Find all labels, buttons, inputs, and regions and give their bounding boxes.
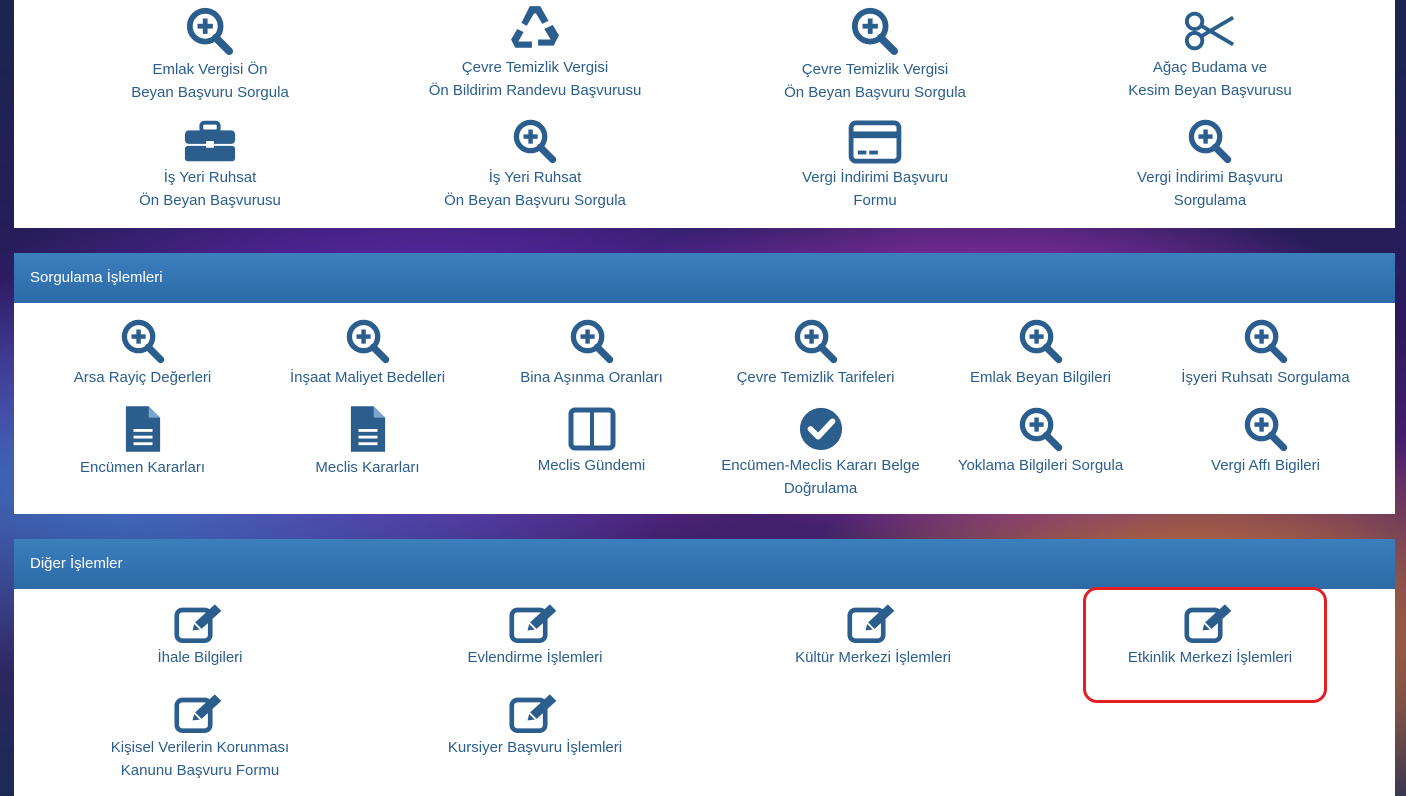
- tile-vergi-indirimi-formu[interactable]: Vergi İndirimi Başvuru Formu: [755, 120, 995, 212]
- scissors-icon: [1183, 8, 1237, 54]
- tile-label: Kişisel Verilerin Korunması: [110, 739, 290, 756]
- tile-meclis-kararlari[interactable]: Meclis Kararları: [260, 404, 475, 479]
- tile-kursiyer-basvuru[interactable]: Kursiyer Başvuru İşlemleri: [420, 692, 650, 759]
- columns-icon: [568, 406, 616, 452]
- tile-label: Ön Beyan Başvuru Sorgula: [784, 84, 966, 101]
- search-plus-icon: [1017, 318, 1065, 364]
- search-plus-icon: [510, 118, 560, 164]
- tile-label: İhale Bilgileri: [157, 649, 243, 666]
- tile-emlak-vergisi-sorgula[interactable]: Emlak Vergisi Ön Beyan Başvuru Sorgula: [100, 6, 320, 104]
- document-icon: [349, 404, 387, 454]
- tile-label: Emlak Vergisi Ön: [152, 61, 268, 78]
- tile-label: Vergi Affı Bigileri: [1211, 457, 1320, 474]
- tile-cevre-temizlik-randevu[interactable]: Çevre Temizlik Vergisi Ön Bildirim Rande…: [405, 2, 665, 102]
- tile-label: Evlendirme İşlemleri: [467, 649, 603, 666]
- tile-label: Çevre Temizlik Vergisi: [801, 61, 949, 78]
- tile-label: Beyan Başvuru Sorgula: [131, 84, 289, 101]
- briefcase-icon: [183, 120, 237, 164]
- tile-label: Kanunu Başvuru Formu: [120, 762, 280, 779]
- tile-label: İş Yeri Ruhsat: [488, 169, 582, 186]
- tile-belge-dogrulama[interactable]: Encümen-Meclis Kararı Belge Doğrulama: [708, 406, 933, 500]
- tile-label: Formu: [853, 192, 897, 209]
- recycle-icon: [509, 2, 561, 54]
- tile-label: Doğrulama: [783, 480, 858, 497]
- tile-insaat-maliyet[interactable]: İnşaat Maliyet Bedelleri: [260, 318, 475, 389]
- tile-label: Kursiyer Başvuru İşlemleri: [447, 739, 623, 756]
- tile-label: Meclis Gündemi: [537, 457, 646, 474]
- search-plus-icon: [185, 6, 235, 56]
- section-title: Sorgulama İşlemleri: [30, 269, 163, 286]
- edit-icon: [847, 602, 899, 644]
- tile-label: Ön Beyan Başvurusu: [139, 192, 281, 209]
- section-header-diger: Diğer İşlemler: [14, 539, 1395, 589]
- tile-emlak-beyan[interactable]: Emlak Beyan Bilgileri: [933, 318, 1148, 389]
- credit-card-icon: [848, 120, 902, 164]
- search-plus-icon: [344, 318, 392, 364]
- search-plus-icon: [1185, 118, 1235, 164]
- tile-label: Çevre Temizlik Tarifeleri: [736, 369, 895, 386]
- section-title: Diğer İşlemler: [30, 555, 123, 572]
- tile-label: Kesim Beyan Başvurusu: [1128, 82, 1292, 99]
- tile-label: Sorgulama: [1173, 192, 1247, 209]
- tile-label: Encümen-Meclis Kararı Belge: [721, 457, 920, 474]
- check-circle-icon: [798, 406, 844, 452]
- tile-ihale-bilgileri[interactable]: İhale Bilgileri: [90, 602, 310, 669]
- tile-isyeri-ruhsati-sorgulama[interactable]: İşyeri Ruhsatı Sorgulama: [1158, 318, 1373, 389]
- tile-yoklama-bilgileri[interactable]: Yoklama Bilgileri Sorgula: [933, 406, 1148, 477]
- search-plus-icon: [850, 6, 900, 56]
- tile-bina-asinma[interactable]: Bina Aşınma Oranları: [484, 318, 699, 389]
- tile-is-yeri-ruhsat-basvuru[interactable]: İş Yeri Ruhsat Ön Beyan Başvurusu: [100, 120, 320, 212]
- tile-kultur-merkezi[interactable]: Kültür Merkezi İşlemleri: [763, 602, 983, 669]
- search-plus-icon: [792, 318, 840, 364]
- tile-vergi-affi[interactable]: Vergi Affı Bigileri: [1158, 406, 1373, 477]
- tile-label: Ön Bildirim Randevu Başvurusu: [428, 82, 642, 99]
- section-header-sorgulama: Sorgulama İşlemleri: [14, 253, 1395, 303]
- tile-label: Ağaç Budama ve: [1152, 59, 1268, 76]
- edit-icon: [509, 692, 561, 734]
- tile-label: İş Yeri Ruhsat: [163, 169, 257, 186]
- tile-label: Bina Aşınma Oranları: [520, 369, 663, 386]
- tile-meclis-gundemi[interactable]: Meclis Gündemi: [484, 406, 699, 477]
- highlight-annotation: [1083, 587, 1327, 703]
- edit-icon: [509, 602, 561, 644]
- tile-label: İnşaat Maliyet Bedelleri: [289, 369, 446, 386]
- tile-kvkk-basvuru[interactable]: Kişisel Verilerin Korunması Kanunu Başvu…: [75, 692, 325, 782]
- search-plus-icon: [1017, 406, 1065, 452]
- tile-label: Kültür Merkezi İşlemleri: [795, 649, 951, 666]
- search-plus-icon: [1242, 318, 1290, 364]
- edit-icon: [174, 602, 226, 644]
- tile-label: Vergi İndirimi Başvuru: [1137, 169, 1283, 186]
- search-plus-icon: [119, 318, 167, 364]
- edit-icon: [174, 692, 226, 734]
- tile-label: Meclis Kararları: [315, 459, 420, 476]
- tile-cevre-temizlik-tarifeleri[interactable]: Çevre Temizlik Tarifeleri: [708, 318, 923, 389]
- tile-label: Encümen Kararları: [79, 459, 206, 476]
- tile-label: Vergi İndirimi Başvuru: [802, 169, 948, 186]
- tile-evlendirme[interactable]: Evlendirme İşlemleri: [425, 602, 645, 669]
- search-plus-icon: [1242, 406, 1290, 452]
- tile-label: Yoklama Bilgileri Sorgula: [957, 457, 1124, 474]
- tile-is-yeri-ruhsat-sorgula[interactable]: İş Yeri Ruhsat Ön Beyan Başvuru Sorgula: [415, 118, 655, 212]
- tile-arsa-rayic[interactable]: Arsa Rayiç Değerleri: [35, 318, 250, 389]
- tile-label: İşyeri Ruhsatı Sorgulama: [1181, 369, 1350, 386]
- tile-label: Arsa Rayiç Değerleri: [73, 369, 212, 386]
- tile-label: Emlak Beyan Bilgileri: [970, 369, 1111, 386]
- tile-label: Çevre Temizlik Vergisi: [461, 59, 609, 76]
- tile-cevre-temizlik-sorgula[interactable]: Çevre Temizlik Vergisi Ön Beyan Başvuru …: [755, 6, 995, 104]
- tile-label: Ön Beyan Başvuru Sorgula: [444, 192, 626, 209]
- tile-encumen-kararlari[interactable]: Encümen Kararları: [35, 404, 250, 479]
- document-icon: [124, 404, 162, 454]
- tile-agac-budama[interactable]: Ağaç Budama ve Kesim Beyan Başvurusu: [1095, 8, 1325, 102]
- tile-vergi-indirimi-sorgulama[interactable]: Vergi İndirimi Başvuru Sorgulama: [1095, 118, 1325, 212]
- search-plus-icon: [568, 318, 616, 364]
